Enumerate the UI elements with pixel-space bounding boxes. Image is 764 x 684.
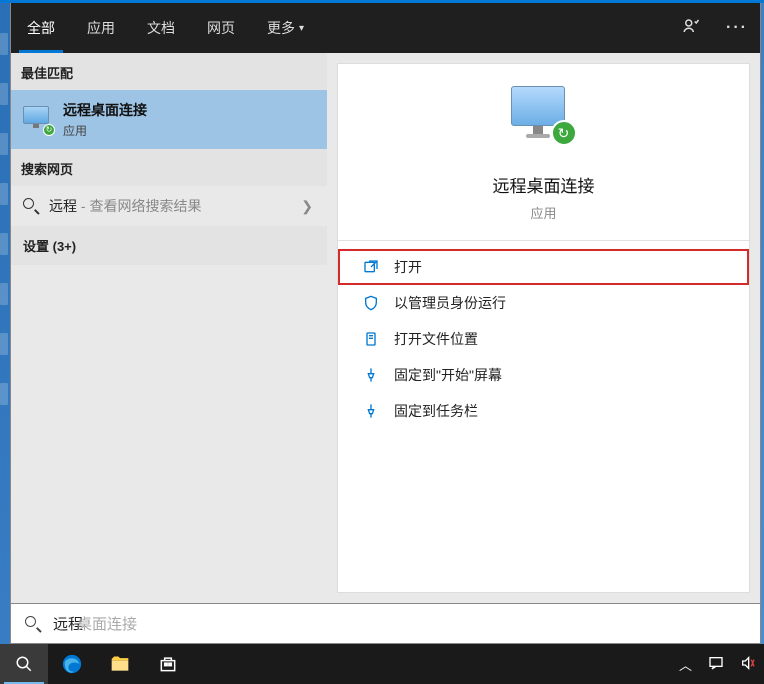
preview-pane: ↻ 远程桌面连接 应用 打开 以管理员身份运行 — [337, 63, 750, 593]
remote-desktop-icon-large: ↻ — [511, 86, 577, 146]
desktop-icon-strip — [0, 3, 10, 644]
web-search-term: 远程 — [49, 198, 77, 214]
action-open-location-label: 打开文件位置 — [394, 329, 478, 349]
section-settings[interactable]: 设置 (3+) — [11, 226, 327, 265]
open-icon — [362, 258, 380, 276]
preview-title: 远程桌面连接 — [493, 172, 595, 197]
tab-more-label: 更多 — [267, 18, 295, 38]
action-pin-taskbar[interactable]: 固定到任务栏 — [338, 393, 749, 429]
web-search-result[interactable]: 远程 - 查看网络搜索结果 ❯ — [11, 186, 327, 226]
search-icon — [23, 198, 39, 214]
more-options-icon[interactable]: ··· — [720, 13, 754, 43]
best-match-text: 远程桌面连接 应用 — [63, 100, 147, 139]
folder-icon — [362, 330, 380, 348]
search-icon — [25, 616, 41, 632]
action-open[interactable]: 打开 — [338, 249, 749, 285]
search-input[interactable] — [53, 615, 746, 632]
action-pin-taskbar-label: 固定到任务栏 — [394, 401, 478, 421]
chevron-right-icon: ❯ — [301, 198, 313, 215]
action-list: 打开 以管理员身份运行 打开文件位置 — [338, 241, 749, 437]
tray-chevron-up-icon[interactable]: ︿ — [675, 651, 696, 678]
pin-taskbar-icon — [362, 402, 380, 420]
action-pin-start-label: 固定到"开始"屏幕 — [394, 365, 502, 385]
taskbar-store-icon[interactable] — [144, 644, 192, 684]
remote-desktop-icon: ↻ — [23, 106, 53, 134]
tab-more[interactable]: 更多 ▾ — [251, 3, 320, 53]
web-search-desc: - 查看网络搜索结果 — [77, 198, 201, 214]
action-pin-start[interactable]: 固定到"开始"屏幕 — [338, 357, 749, 393]
preview-subtitle: 应用 — [530, 203, 556, 222]
feedback-icon[interactable] — [676, 11, 706, 46]
search-tab-bar: 全部 应用 文档 网页 更多 ▾ ··· — [11, 3, 760, 53]
tray-volume-icon[interactable] — [736, 651, 760, 678]
action-run-admin-label: 以管理员身份运行 — [394, 293, 506, 313]
shield-icon — [362, 294, 380, 312]
best-match-subtitle: 应用 — [63, 122, 147, 139]
chevron-down-icon: ▾ — [299, 23, 304, 34]
search-bar: 桌面连接 — [10, 604, 761, 644]
search-results-panel: 全部 应用 文档 网页 更多 ▾ ··· 最佳匹配 ↻ 远程桌面连接 — [10, 3, 761, 604]
tab-all[interactable]: 全部 — [11, 3, 71, 53]
section-search-web: 搜索网页 — [11, 149, 327, 186]
results-left-pane: 最佳匹配 ↻ 远程桌面连接 应用 搜索网页 远程 - 查看网络搜索结果 ❯ — [11, 53, 327, 603]
taskbar: ︿ — [0, 644, 764, 684]
tray-action-center-icon[interactable] — [704, 651, 728, 678]
taskbar-edge-icon[interactable] — [48, 644, 96, 684]
panel-body: 最佳匹配 ↻ 远程桌面连接 应用 搜索网页 远程 - 查看网络搜索结果 ❯ — [11, 53, 760, 603]
taskbar-explorer-icon[interactable] — [96, 644, 144, 684]
action-run-admin[interactable]: 以管理员身份运行 — [338, 285, 749, 321]
tab-apps[interactable]: 应用 — [71, 3, 131, 53]
tab-web[interactable]: 网页 — [191, 3, 251, 53]
taskbar-search-button[interactable] — [0, 644, 48, 684]
action-open-location[interactable]: 打开文件位置 — [338, 321, 749, 357]
section-best-match: 最佳匹配 — [11, 53, 327, 90]
preview-header: ↻ 远程桌面连接 应用 — [338, 64, 749, 241]
pin-start-icon — [362, 366, 380, 384]
best-match-title: 远程桌面连接 — [63, 100, 147, 120]
system-tray: ︿ — [675, 644, 760, 684]
best-match-result[interactable]: ↻ 远程桌面连接 应用 — [11, 90, 327, 149]
tab-documents[interactable]: 文档 — [131, 3, 191, 53]
action-open-label: 打开 — [394, 257, 422, 277]
